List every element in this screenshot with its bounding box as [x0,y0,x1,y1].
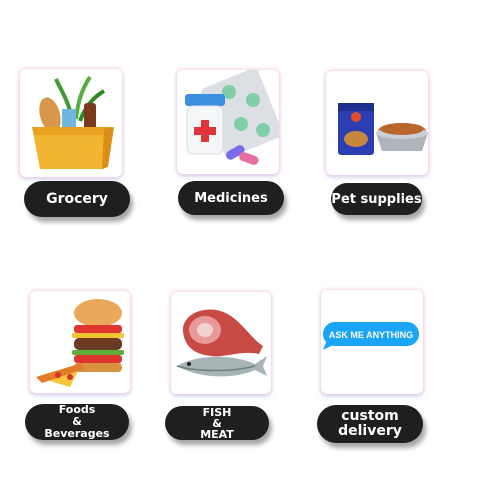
grocery-tile[interactable] [20,69,122,177]
custom-delivery-button[interactable]: custom delivery [317,405,423,443]
medicines-label: Medicines [194,190,268,206]
pet-supplies-tile[interactable] [326,71,428,175]
pet-food-bag-bowl-icon [338,103,428,155]
medicine-bottle-pills-icon [185,70,279,165]
chat-bubble-text: ASK ME ANYTHING [329,330,413,340]
pet-supplies-button[interactable]: Pet supplies [331,183,422,215]
grocery-basket-icon [32,75,114,169]
fish-meat-tile[interactable] [171,292,271,394]
fish-meat-button[interactable]: FISH & MEAT [165,406,269,440]
custom-delivery-tile[interactable]: ASK ME ANYTHING [321,290,423,394]
foods-beverages-tile[interactable] [30,291,130,393]
foods-beverages-button[interactable]: Foods & Beverages [25,404,129,440]
custom-delivery-label-line-1: custom [341,408,399,424]
medicines-button[interactable]: Medicines [178,181,284,215]
burger-pizza-icon [36,299,124,387]
chat-bubble-icon: ASK ME ANYTHING [323,322,419,350]
fish-meat-label-line-1: FISH [202,405,232,419]
custom-delivery-label-line-2: delivery [338,423,402,439]
fish-meat-label-line-2: & [212,416,222,430]
grocery-label: Grocery [46,191,108,207]
meat-fish-icon [176,309,267,377]
foods-beverages-label-line-3: Beverages [44,427,110,440]
grocery-button[interactable]: Grocery [24,181,130,217]
fish-meat-label-line-3: MEAT [200,427,234,441]
medicines-tile[interactable] [177,70,279,174]
pet-supplies-label: Pet supplies [331,191,422,207]
